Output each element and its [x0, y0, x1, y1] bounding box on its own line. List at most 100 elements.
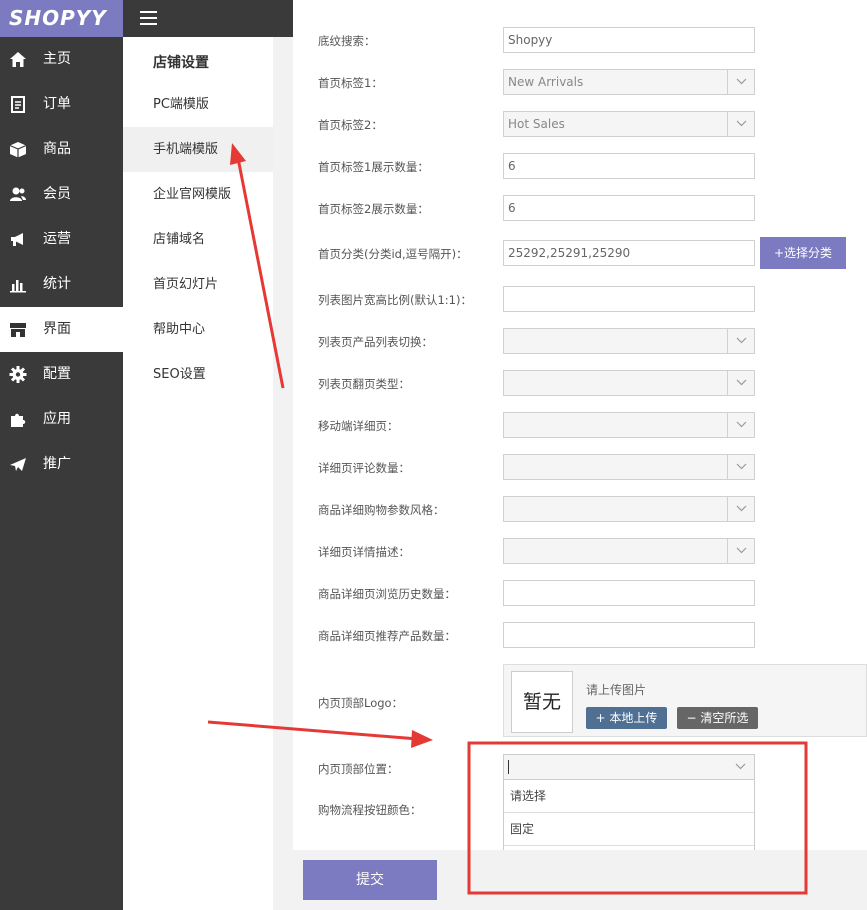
text-field[interactable] [503, 622, 755, 648]
submenu-item-pc-template[interactable]: PC端模版 [123, 82, 273, 127]
home-icon [10, 52, 26, 67]
sidebar-item-label: 会员 [43, 186, 71, 202]
field-label: 首页标签1： [318, 76, 383, 90]
field-label: 列表页产品列表切换： [318, 335, 433, 349]
select-field[interactable] [503, 496, 755, 522]
logo-upload-panel: 暂无 请上传图片 + 本地上传 − 清空所选 [503, 664, 867, 737]
submenu-item-help-center[interactable]: 帮助中心 [123, 307, 273, 352]
submenu-item-mobile-template[interactable]: 手机端模版 [123, 127, 273, 172]
submenu-item-store-domain[interactable]: 店铺域名 [123, 217, 273, 262]
clear-selection-button[interactable]: − 清空所选 [677, 707, 758, 729]
text-field[interactable] [503, 286, 755, 312]
select-field[interactable]: Hot Sales [503, 111, 755, 137]
submenu-item-seo-settings[interactable]: SEO设置 [123, 352, 273, 397]
text-field[interactable]: 6 [503, 153, 755, 179]
field-label: 购物流程按钮颜色： [318, 803, 422, 817]
store-icon [10, 323, 26, 337]
field-label: 内页顶部位置： [318, 762, 399, 776]
minus-icon: − [686, 711, 701, 725]
chevron-down-icon[interactable] [727, 112, 754, 136]
sidebar-item-label: 推广 [43, 456, 71, 472]
field-label: 商品详细页推荐产品数量： [318, 629, 456, 643]
text-field[interactable] [503, 580, 755, 606]
logo-preview: 暂无 [511, 671, 573, 733]
sidebar-item-products[interactable]: 商品 [0, 127, 123, 172]
gear-icon [9, 366, 27, 383]
submenu-item-homepage-slides[interactable]: 首页幻灯片 [123, 262, 273, 307]
text-field[interactable]: 6 [503, 195, 755, 221]
field-label: 首页分类(分类id,逗号隔开)： [318, 247, 468, 261]
chevron-down-icon[interactable] [727, 70, 754, 94]
plus-icon: + [595, 711, 610, 725]
position-dropdown-list: 请选择 固定 漂浮 [503, 779, 755, 850]
paper-plane-icon [10, 458, 26, 471]
menu-toggle-icon[interactable] [140, 11, 157, 25]
field-label: 列表图片宽高比例(默认1:1)： [318, 293, 472, 307]
dropdown-option[interactable]: 请选择 [504, 780, 754, 813]
field-label: 商品详细购物参数风格： [318, 503, 445, 517]
upload-hint: 请上传图片 [586, 683, 647, 697]
dropdown-option[interactable]: 固定 [504, 813, 754, 846]
chevron-down-icon[interactable] [727, 755, 754, 779]
select-field[interactable] [503, 370, 755, 396]
sidebar-item-label: 界面 [43, 321, 71, 337]
puzzle-icon [11, 413, 26, 427]
sidebar-item-label: 主页 [43, 51, 71, 67]
chevron-down-icon[interactable] [727, 329, 754, 353]
sidebar-item-label: 运营 [43, 231, 71, 247]
sidebar-item-apps[interactable]: 应用 [0, 397, 123, 442]
sidebar-item-label: 统计 [43, 276, 71, 292]
submit-button[interactable]: 提交 [303, 860, 437, 900]
chevron-down-icon[interactable] [727, 539, 754, 563]
box-icon [9, 142, 27, 158]
chevron-down-icon[interactable] [727, 497, 754, 521]
field-label: 商品详细页浏览历史数量： [318, 587, 456, 601]
sidebar-item-statistics[interactable]: 统计 [0, 262, 123, 307]
settings-form: 底纹搜索： Shopyy 首页标签1： New Arrivals 首页标签2： … [293, 0, 867, 850]
select-value: New Arrivals [508, 75, 584, 89]
sidebar-item-label: 商品 [43, 141, 71, 157]
field-label: 首页标签2展示数量： [318, 202, 429, 216]
sidebar-item-home[interactable]: 主页 [0, 37, 123, 82]
field-label: 详细页评论数量： [318, 461, 410, 475]
submenu-item-corporate-template[interactable]: 企业官网模版 [123, 172, 273, 217]
sidebar-item-promotion[interactable]: 推广 [0, 442, 123, 487]
upload-button-label: 本地上传 [609, 711, 658, 725]
sidebar-item-label: 订单 [43, 96, 71, 112]
select-field[interactable] [503, 328, 755, 354]
select-category-button[interactable]: +选择分类 [760, 237, 846, 269]
field-label: 内页顶部Logo： [318, 696, 404, 710]
field-label: 详细页详情描述： [318, 545, 410, 559]
sidebar-item-config[interactable]: 配置 [0, 352, 123, 397]
sidebar-item-operations[interactable]: 运营 [0, 217, 123, 262]
select-field[interactable] [503, 454, 755, 480]
submenu-panel: 店铺设置 PC端模版 手机端模版 企业官网模版 店铺域名 首页幻灯片 帮助中心 … [123, 37, 273, 910]
field-label: 首页标签1展示数量： [318, 160, 429, 174]
select-field[interactable] [503, 538, 755, 564]
sidebar-item-label: 配置 [43, 366, 71, 382]
select-field[interactable] [503, 412, 755, 438]
app-logo[interactable]: SHOPYY [0, 0, 123, 37]
sidebar: 主页 订单 商品 会员 运营 统计 界面 配置 应用 推广 [0, 37, 123, 910]
field-label: 列表页翻页类型： [318, 377, 410, 391]
sidebar-item-interface[interactable]: 界面 [0, 307, 123, 352]
chevron-down-icon[interactable] [727, 455, 754, 479]
chevron-down-icon[interactable] [727, 413, 754, 437]
field-label: 移动端详细页： [318, 419, 399, 433]
order-icon [11, 96, 25, 113]
text-caret [508, 760, 509, 774]
text-field[interactable]: Shopyy [503, 27, 755, 53]
category-ids-field[interactable]: 25292,25291,25290 [503, 240, 755, 266]
field-label: 底纹搜索： [318, 34, 376, 48]
chart-icon [10, 280, 26, 293]
select-value: Hot Sales [508, 117, 565, 131]
submenu-title: 店铺设置 [153, 55, 209, 71]
upload-button[interactable]: + 本地上传 [586, 707, 667, 729]
position-select[interactable] [503, 754, 755, 780]
select-field[interactable]: New Arrivals [503, 69, 755, 95]
chevron-down-icon[interactable] [727, 371, 754, 395]
sidebar-item-orders[interactable]: 订单 [0, 82, 123, 127]
users-icon [10, 187, 26, 201]
sidebar-item-members[interactable]: 会员 [0, 172, 123, 217]
field-label: 首页标签2： [318, 118, 383, 132]
